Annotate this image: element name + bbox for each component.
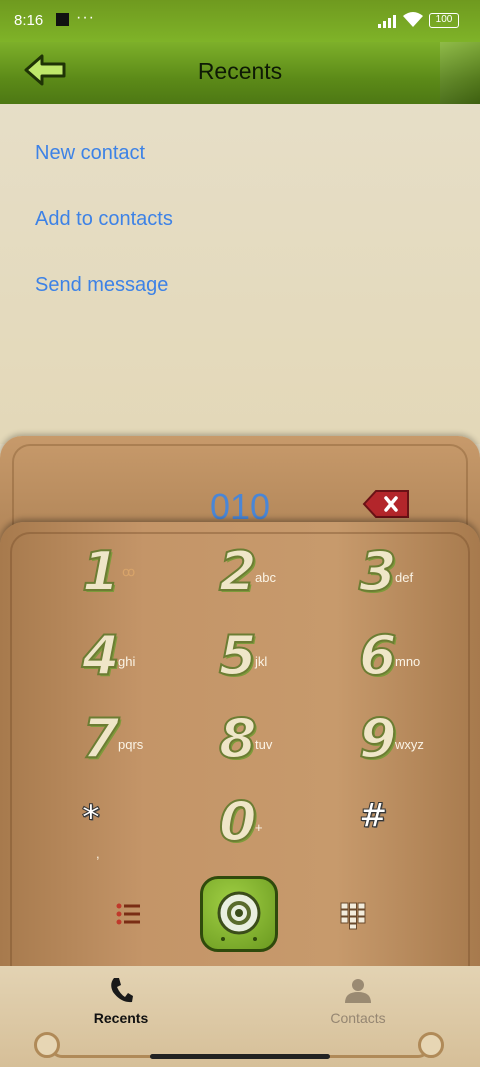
gesture-bar[interactable]: [150, 1054, 330, 1059]
contacts-person-icon: [345, 979, 371, 1003]
key-nine[interactable]: 9 wxyz: [321, 706, 441, 781]
key-letters: +: [255, 820, 263, 835]
status-bar: 8:16 ··· 100: [0, 0, 480, 42]
notification-icon: [56, 13, 69, 26]
battery-icon: 100: [429, 13, 459, 28]
key-digit: *: [82, 798, 101, 839]
monster-call-icon: [217, 891, 261, 941]
key-three[interactable]: 3 def: [321, 539, 441, 614]
key-digit: 0: [218, 789, 258, 854]
tab-contacts[interactable]: Contacts: [298, 976, 418, 1036]
decorative-ring-right: [418, 1032, 444, 1058]
battery-level: 100: [435, 14, 453, 25]
key-eight[interactable]: 8 tuv: [181, 706, 301, 781]
dialpad-toggle-icon[interactable]: [340, 902, 366, 930]
key-digit: 2: [218, 539, 258, 604]
key-hash[interactable]: #: [321, 790, 441, 864]
options-menu: New contact Add to contacts Send message: [0, 104, 480, 444]
key-two[interactable]: 2 abc: [181, 539, 301, 614]
key-seven[interactable]: 7 pqrs: [44, 706, 164, 781]
key-letters: mno: [395, 654, 421, 669]
status-time: 8:16: [14, 12, 44, 29]
key-digit: 5: [218, 623, 258, 688]
key-letters: ,: [96, 846, 100, 861]
decorative-ring-left: [34, 1032, 60, 1058]
add-to-contacts-link[interactable]: Add to contacts: [35, 208, 173, 231]
signal-icon: [378, 14, 396, 28]
key-digit: 6: [358, 623, 398, 688]
tab-recents[interactable]: Recents: [61, 976, 181, 1036]
more-notifications-icon: ···: [76, 9, 95, 26]
new-contact-link[interactable]: New contact: [35, 142, 145, 165]
key-letters: tuv: [255, 737, 273, 752]
key-digit: 1: [81, 539, 121, 604]
key-zero[interactable]: 0 +: [181, 789, 301, 864]
send-message-link[interactable]: Send message: [35, 274, 168, 297]
page-title: Recents: [197, 58, 283, 84]
call-button[interactable]: [200, 876, 278, 952]
key-six[interactable]: 6 mno: [321, 623, 441, 698]
key-star[interactable]: *,: [44, 790, 164, 864]
key-letters: def: [395, 570, 414, 585]
call-log-list-icon[interactable]: [116, 902, 140, 926]
key-letters: jkl: [255, 654, 268, 669]
key-digit: 9: [358, 706, 398, 771]
key-letters: ghi: [118, 654, 136, 669]
key-four[interactable]: 4 ghi: [44, 623, 164, 698]
phone-icon: [111, 978, 133, 1003]
tab-recents-label: Recents: [93, 1010, 149, 1026]
wifi-icon: [403, 12, 423, 27]
key-digit: 8: [218, 706, 258, 771]
key-digit: #: [359, 796, 388, 837]
key-letters: abc: [255, 570, 276, 585]
tab-contacts-label: Contacts: [330, 1010, 386, 1026]
key-digit: 3: [358, 539, 398, 604]
key-letters: pqrs: [118, 737, 144, 752]
key-one[interactable]: 1ꝏ: [44, 539, 164, 614]
key-letters: ꝏ: [122, 564, 136, 579]
key-digit: 4: [81, 623, 121, 688]
key-letters: wxyz: [395, 737, 424, 752]
backspace-icon[interactable]: [362, 488, 412, 520]
key-five[interactable]: 5 jkl: [181, 623, 301, 698]
key-digit: 7: [81, 706, 121, 771]
